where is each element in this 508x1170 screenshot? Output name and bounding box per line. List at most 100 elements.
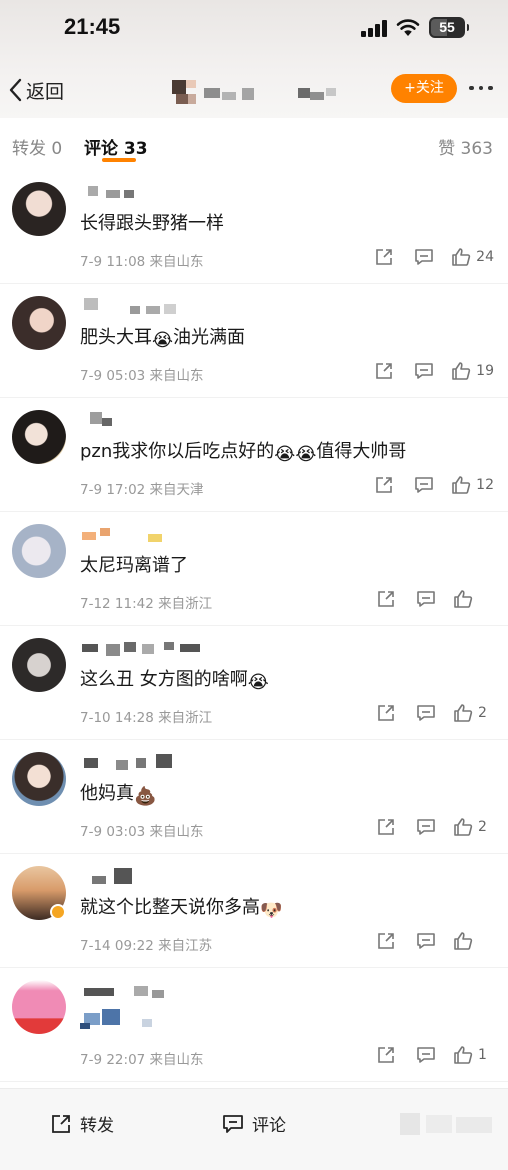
comment-actions: 2 (373, 816, 494, 838)
username-blurred[interactable] (80, 754, 200, 772)
comment-text: pzn我求你以后吃点好的😭😭值得大帅哥 (80, 441, 407, 465)
like-button-blurred[interactable] (398, 1107, 498, 1143)
reply-icon[interactable] (413, 816, 439, 838)
like-button[interactable]: 12 (451, 475, 494, 495)
share-icon[interactable] (371, 246, 397, 268)
back-label: 返回 (26, 80, 65, 103)
battery-indicator: 55 (429, 17, 469, 38)
comment-meta: 7-12 11:42 来自浙江 (80, 596, 213, 612)
comment-item: pzn我求你以后吃点好的😭😭值得大帅哥 7-9 17:02 来自天津 12 (0, 398, 508, 512)
like-count: 1 (478, 1047, 487, 1063)
avatar[interactable] (12, 980, 66, 1034)
username-blurred[interactable] (80, 640, 200, 658)
header-area: 21:45 55 返回 +关注 (0, 0, 508, 118)
comment-actions: 2 (373, 702, 494, 724)
like-button[interactable] (453, 931, 494, 951)
reply-icon[interactable] (413, 588, 439, 610)
avatar[interactable] (12, 866, 66, 920)
comment-item: 肥头大耳😭油光满面 7-9 05:03 来自山东 19 (0, 284, 508, 398)
share-icon[interactable] (373, 588, 399, 610)
tab-likes[interactable]: 赞 363 (438, 134, 493, 159)
avatar[interactable] (12, 752, 66, 806)
image-sticker-blurred[interactable] (80, 1005, 180, 1035)
like-thumb-icon (454, 590, 473, 608)
tab-comments[interactable]: 评论 33 (84, 134, 148, 159)
crying-emoji-icon: 😭 (247, 672, 269, 693)
verified-badge (50, 904, 66, 920)
nav-bar: 返回 +关注 (0, 68, 508, 112)
status-bar: 21:45 55 (0, 0, 508, 58)
username-blurred[interactable] (80, 184, 200, 202)
share-icon (52, 1114, 70, 1133)
avatar[interactable] (12, 410, 66, 464)
reply-icon[interactable] (413, 930, 439, 952)
like-count: 12 (476, 477, 494, 493)
avatar[interactable] (12, 638, 66, 692)
follow-button[interactable]: +关注 (391, 74, 457, 103)
like-button[interactable]: 19 (451, 361, 494, 381)
share-icon[interactable] (373, 1044, 399, 1066)
tab-forward[interactable]: 转发 0 (12, 134, 62, 159)
status-time: 21:45 (64, 14, 121, 39)
comment-item: 7-9 22:07 来自山东 1 (0, 968, 508, 1082)
back-button[interactable]: 返回 (8, 74, 64, 106)
reply-icon (223, 1114, 243, 1133)
comment-label: 评论 (252, 1116, 286, 1136)
like-thumb-icon (452, 476, 471, 494)
like-button[interactable] (453, 589, 494, 609)
comment-meta: 7-14 09:22 来自江苏 (80, 938, 213, 954)
like-button[interactable]: 2 (453, 817, 494, 837)
like-button[interactable]: 24 (451, 247, 494, 267)
reply-icon[interactable] (411, 360, 437, 382)
username-blurred[interactable] (80, 982, 200, 1000)
bottom-action-bar: 转发 评论 (0, 1088, 508, 1170)
like-count: 19 (476, 363, 494, 379)
like-button[interactable]: 1 (453, 1045, 494, 1065)
comment-text: 他妈真💩 (80, 783, 157, 807)
cellular-signal-icon (361, 20, 387, 37)
comment-item: 长得跟头野猪一样 7-9 11:08 来自山东 24 (0, 170, 508, 284)
wifi-icon (396, 19, 420, 36)
comment-text: 这么丑 女方图的啥啊😭 (80, 669, 269, 693)
like-count: 24 (476, 249, 494, 265)
comment-actions: 19 (371, 360, 494, 382)
avatar[interactable] (12, 296, 66, 350)
comment-actions: 12 (371, 474, 494, 496)
doge-emoji-icon: 🐶 (260, 900, 283, 921)
comment-meta: 7-9 05:03 来自山东 (80, 368, 204, 384)
share-icon[interactable] (373, 816, 399, 838)
avatar[interactable] (12, 524, 66, 578)
comment-meta: 7-9 22:07 来自山东 (80, 1052, 204, 1068)
comment-text: 太尼玛离谱了 (80, 555, 188, 576)
share-icon[interactable] (373, 930, 399, 952)
comment-actions (373, 588, 494, 610)
share-icon[interactable] (373, 702, 399, 724)
forward-button[interactable]: 转发 (50, 1111, 114, 1136)
reply-icon[interactable] (411, 474, 437, 496)
comment-actions (373, 930, 494, 952)
username-blurred[interactable] (80, 298, 200, 316)
like-thumb-icon (454, 1046, 473, 1064)
comment-item: 就这个比整天说你多高🐶 7-14 09:22 来自江苏 (0, 854, 508, 968)
reply-icon[interactable] (413, 1044, 439, 1066)
username-blurred[interactable] (80, 412, 200, 430)
avatar[interactable] (12, 182, 66, 236)
comment-actions: 24 (371, 246, 494, 268)
poop-emoji-icon: 💩 (134, 786, 157, 807)
like-thumb-icon (452, 362, 471, 380)
like-button[interactable]: 2 (453, 703, 494, 723)
reply-icon[interactable] (413, 702, 439, 724)
comment-item: 他妈真💩 7-9 03:03 来自山东 2 (0, 740, 508, 854)
reply-icon[interactable] (411, 246, 437, 268)
comment-button[interactable]: 评论 (222, 1111, 286, 1136)
active-tab-indicator (102, 158, 136, 162)
comment-actions: 1 (373, 1044, 494, 1066)
back-chevron-icon (9, 78, 22, 102)
share-icon[interactable] (371, 474, 397, 496)
more-dots-icon[interactable] (464, 76, 498, 100)
like-thumb-icon (454, 704, 473, 722)
poster-name-blurred[interactable] (168, 74, 348, 108)
username-blurred[interactable] (80, 526, 200, 544)
share-icon[interactable] (371, 360, 397, 382)
username-blurred[interactable] (80, 868, 200, 886)
